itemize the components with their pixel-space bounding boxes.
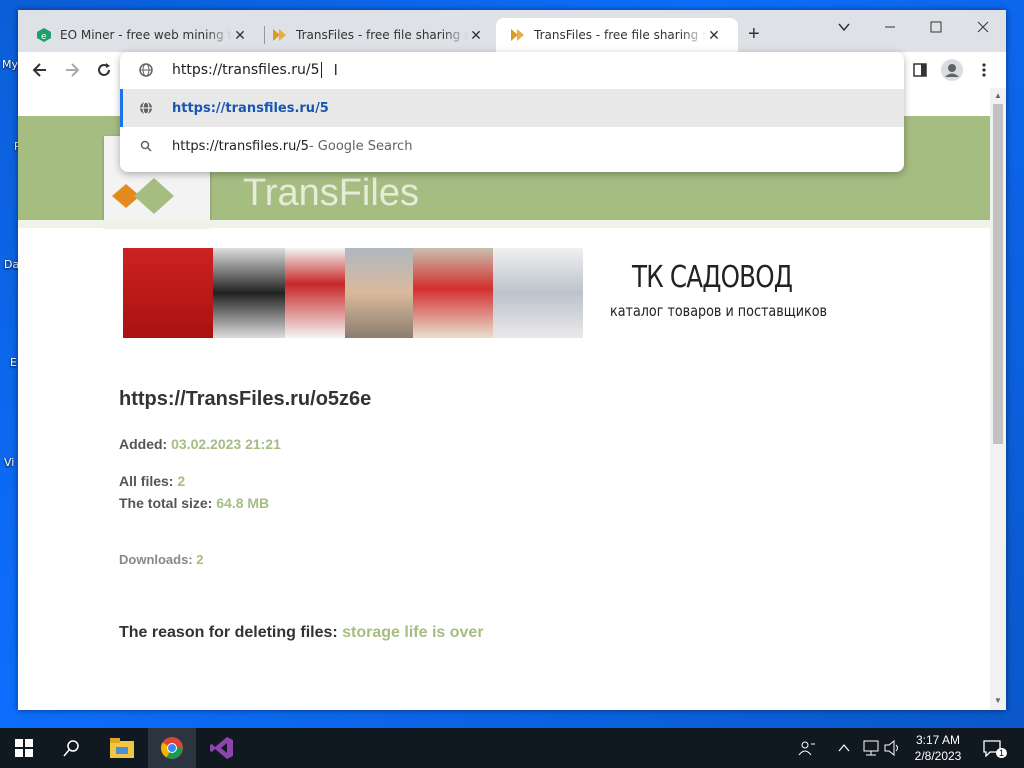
added-value: 03.02.2023 21:21: [171, 436, 281, 452]
transfiles-icon: [510, 27, 526, 43]
tab-transfiles-1[interactable]: TransFiles - free file sharing service ✕: [254, 18, 500, 52]
clock-date: 2/8/2023: [914, 749, 962, 763]
people-icon[interactable]: [798, 728, 816, 768]
suggestion-text: https://transfiles.ru/5: [172, 138, 309, 154]
tab-transfiles-active[interactable]: TransFiles - free file sharing service ✕: [496, 18, 738, 52]
ad-photo: [345, 248, 413, 338]
page-content: TransFiles ТК САДОВОД каталог товаров и …: [18, 88, 990, 710]
clock[interactable]: 3:17 AM 2/8/2023: [908, 728, 968, 768]
added-info: Added: 03.02.2023 21:21: [119, 436, 281, 452]
page-scrollbar[interactable]: ▲ ▼: [990, 88, 1006, 710]
new-tab-button[interactable]: +: [748, 23, 760, 46]
ad-photo: [413, 248, 493, 338]
downloads-info: Downloads: 2: [119, 552, 204, 567]
total-size-info: The total size: 64.8 MB: [119, 495, 269, 511]
desktop-icon-label[interactable]: E: [10, 356, 17, 369]
tab-eo-miner[interactable]: e EO Miner - free web mining tool ✕: [18, 18, 264, 52]
volume-icon[interactable]: [884, 728, 902, 768]
taskbar: 3:17 AM 2/8/2023 1: [0, 728, 1024, 768]
ad-photo: [213, 248, 285, 338]
reload-button[interactable]: [92, 58, 116, 82]
all-files-label: All files:: [119, 473, 174, 489]
all-files-value: 2: [177, 473, 186, 489]
text-cursor: [320, 62, 322, 78]
browser-toolbar: https://transfiles.ru/5 I https://transf…: [18, 52, 1006, 172]
ad-subtitle: каталог товаров и поставщиков: [610, 302, 828, 320]
tab-title: EO Miner - free web mining tool: [60, 28, 232, 42]
close-window-button[interactable]: [960, 12, 1006, 42]
suggestion-suffix: - Google Search: [308, 138, 413, 154]
scrollbar-thumb[interactable]: [993, 104, 1003, 444]
back-button[interactable]: [28, 58, 52, 82]
menu-kebab-icon[interactable]: [972, 58, 996, 82]
total-size-value: 64.8 MB: [216, 495, 270, 511]
svg-text:e: e: [41, 32, 47, 42]
ad-banner-images[interactable]: [123, 248, 583, 338]
site-name: TransFiles: [243, 172, 419, 214]
close-tab-icon[interactable]: ✕: [468, 27, 484, 44]
transfiles-icon: [272, 27, 288, 43]
reason-value: storage life is over: [342, 624, 484, 641]
deletion-reason: The reason for deleting files: storage l…: [119, 624, 484, 642]
chevron-up-icon[interactable]: [838, 728, 850, 768]
chrome-icon[interactable]: [148, 728, 196, 768]
clock-time: 3:17 AM: [915, 733, 961, 747]
suggestion-url[interactable]: https://transfiles.ru/5: [120, 89, 904, 127]
added-label: Added:: [119, 436, 168, 452]
globe-icon: [120, 101, 172, 115]
notification-center-icon[interactable]: 1: [982, 728, 1008, 768]
close-tab-icon[interactable]: ✕: [232, 27, 248, 44]
omnibox-dropdown: https://transfiles.ru/5 I https://transf…: [120, 52, 904, 172]
reason-label: The reason for deleting files:: [119, 624, 338, 641]
profile-avatar[interactable]: [940, 58, 964, 82]
search-icon: [120, 140, 172, 152]
suggestion-search[interactable]: https://transfiles.ru/5 - Google Search: [120, 127, 904, 165]
total-size-label: The total size:: [119, 495, 213, 511]
start-button[interactable]: [0, 728, 48, 768]
network-icon[interactable]: [862, 728, 880, 768]
desktop-icon-label[interactable]: Da: [4, 258, 19, 271]
downloads-value: 2: [196, 552, 204, 567]
browser-window: e EO Miner - free web mining tool ✕ Tran…: [18, 10, 1006, 710]
scroll-down-arrow-icon[interactable]: ▼: [994, 696, 1002, 705]
address-input[interactable]: https://transfiles.ru/5: [172, 62, 320, 78]
all-files-info: All files: 2: [119, 473, 185, 489]
notification-count-badge: 1: [996, 748, 1008, 758]
side-panel-icon[interactable]: [908, 58, 932, 82]
tab-strip: e EO Miner - free web mining tool ✕ Tran…: [18, 10, 1006, 52]
banner-divider: [18, 220, 990, 228]
ibeam-cursor-icon: I: [333, 61, 338, 79]
forward-button[interactable]: [60, 58, 84, 82]
desktop-icon-label[interactable]: Vi: [4, 456, 14, 469]
suggestion-text: https://transfiles.ru/5: [172, 100, 329, 116]
maximize-button[interactable]: [913, 12, 959, 42]
globe-icon: [120, 63, 172, 77]
file-link[interactable]: https://TransFiles.ru/o5z6e: [119, 388, 371, 411]
search-icon[interactable]: [48, 728, 96, 768]
tab-title: TransFiles - free file sharing service: [296, 28, 468, 42]
file-explorer-icon[interactable]: [98, 728, 146, 768]
visual-studio-icon[interactable]: [198, 728, 246, 768]
scroll-up-arrow-icon[interactable]: ▲: [994, 91, 1002, 100]
address-bar[interactable]: https://transfiles.ru/5 I: [120, 52, 904, 88]
desktop-icon-label[interactable]: My: [2, 58, 18, 71]
eo-miner-icon: e: [36, 27, 52, 43]
downloads-label: Downloads:: [119, 552, 193, 567]
close-tab-icon[interactable]: ✕: [706, 27, 722, 44]
tab-title: TransFiles - free file sharing service: [534, 28, 706, 42]
ad-photo: [493, 248, 583, 338]
ad-title[interactable]: ТК САДОВОД: [632, 260, 793, 295]
ad-photo: [123, 248, 213, 338]
minimize-button[interactable]: [867, 12, 913, 42]
ad-photo: [285, 248, 345, 338]
tab-search-icon[interactable]: [821, 12, 867, 42]
